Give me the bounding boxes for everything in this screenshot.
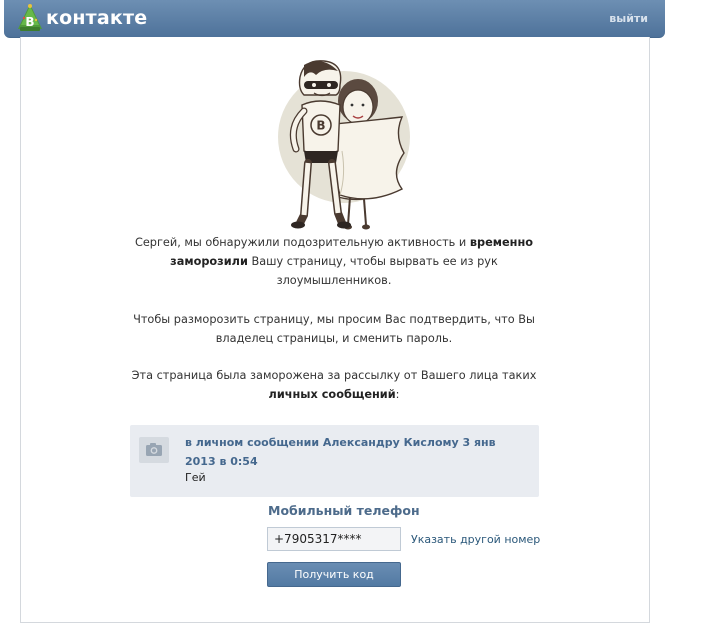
main-panel: B Сергей, мы обнаружили подозрительную а… [20,37,650,623]
reason-text: Эта страница была заморожена за рассылку… [131,369,537,382]
message-preview: в личном сообщении Александру Кислому 3 … [130,425,539,497]
reason-text: : [395,388,400,401]
superhero-couple-illustration: B [278,60,410,230]
logo-text: контакте [46,7,148,29]
svg-text:B: B [316,119,325,133]
freeze-notice-paragraph: Сергей, мы обнаружили подозрительную акт… [111,233,557,290]
get-code-button[interactable]: Получить код [267,562,401,587]
svg-text:В: В [25,15,34,29]
logout-link[interactable]: выйти [609,12,648,25]
camera-icon [139,437,169,463]
reason-emphasis: личных сообщений [268,388,396,401]
notice-text: Вашу страницу, чтобы вырвать ее из рук з… [247,255,498,287]
unfreeze-instructions: Чтобы разморозить страницу, мы просим Ва… [133,313,535,345]
message-body: Гей [185,471,206,484]
site-logo[interactable]: В контакте [15,3,147,33]
notice-text: Сергей, мы обнаружили подозрительную акт… [134,236,470,249]
message-title: в личном сообщении Александру Кислому 3 … [185,436,496,468]
phone-label: Мобильный телефон [268,503,420,518]
logo-badge-icon: В [18,4,42,31]
other-number-link[interactable]: Указать другой номер [411,533,540,546]
phone-input[interactable] [267,527,401,551]
reason-paragraph: Эта страница была заморожена за рассылку… [111,366,557,404]
top-bar: В контакте выйти [4,0,665,38]
